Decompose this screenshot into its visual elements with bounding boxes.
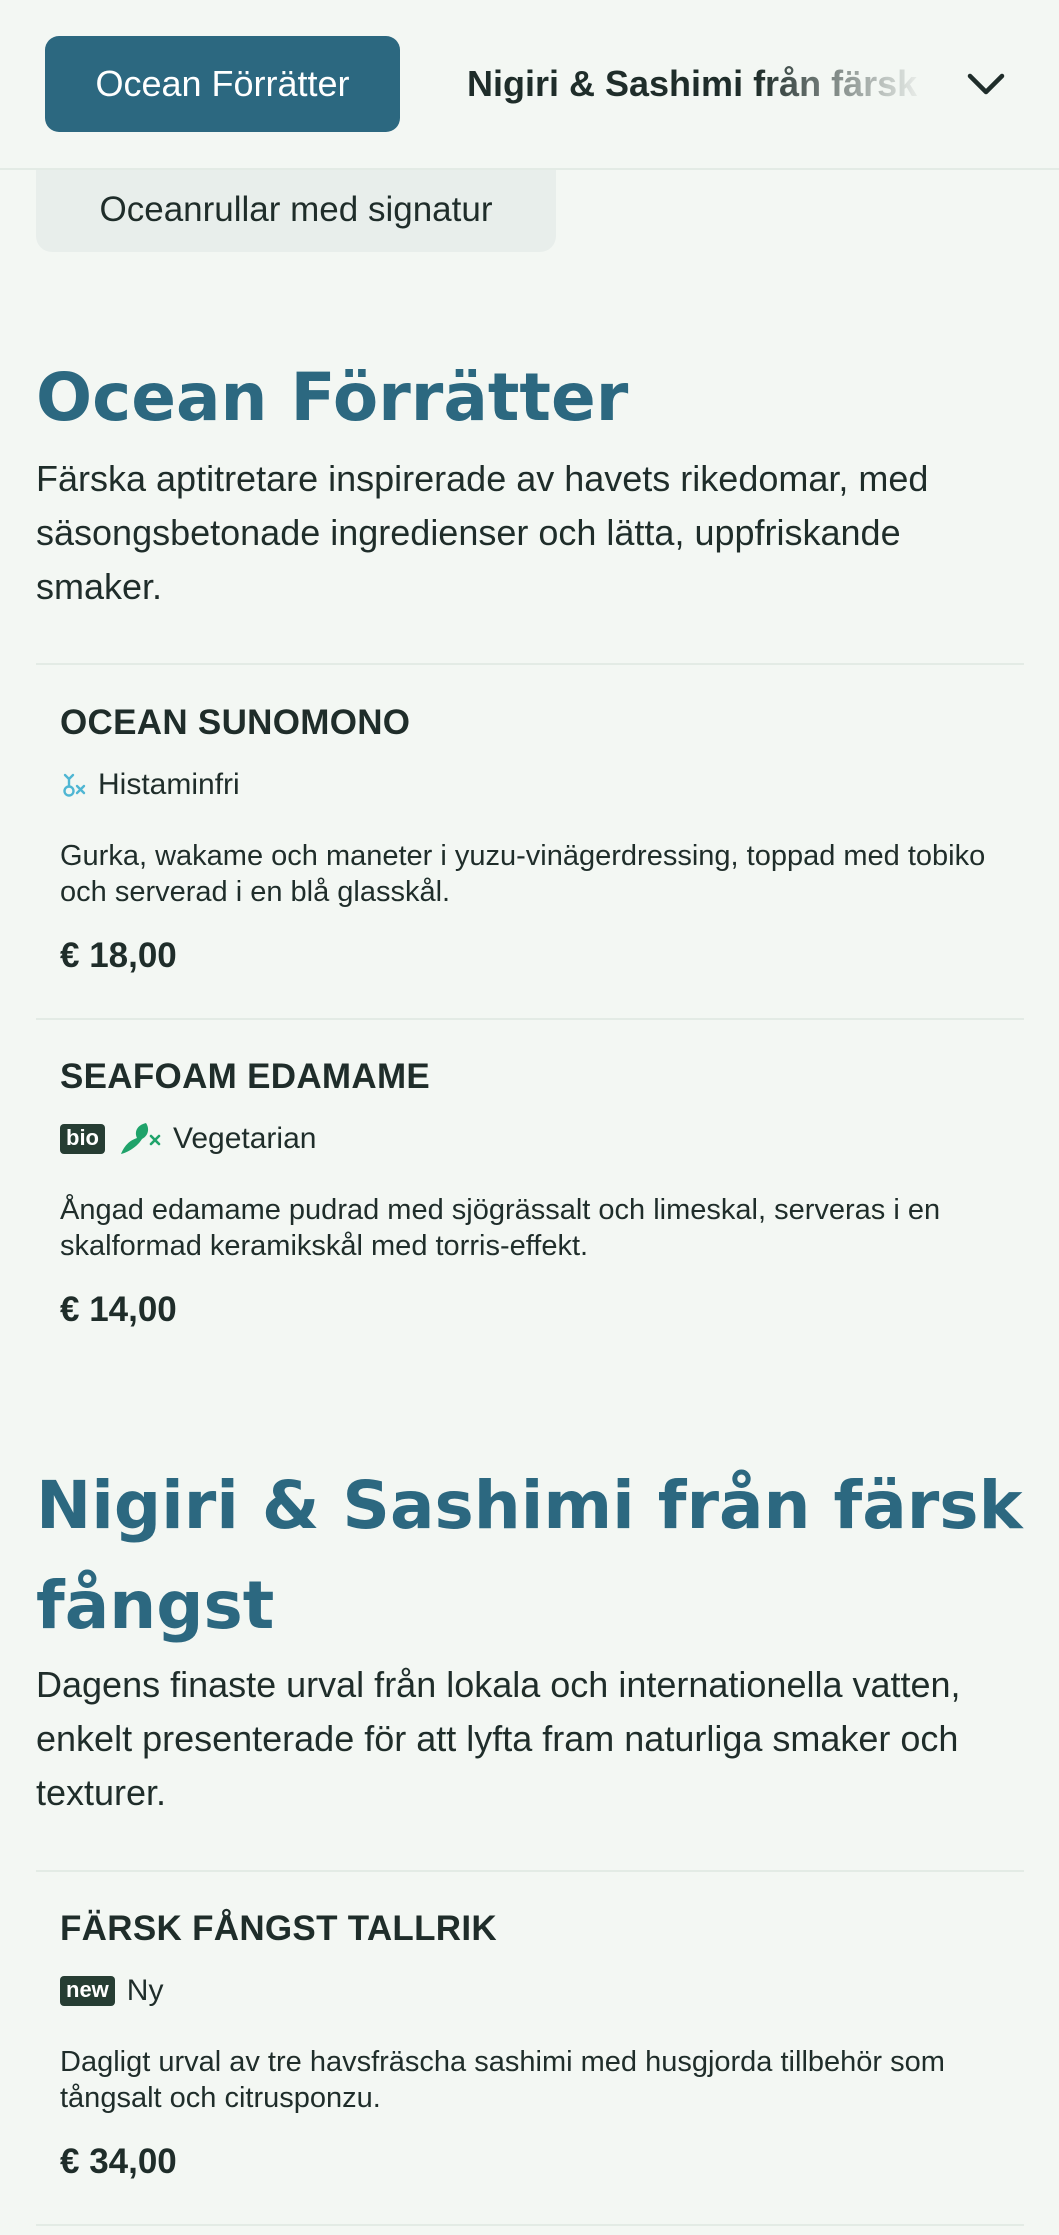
section-description: Dagens finaste urval från lokala och int… (36, 1664, 961, 1813)
category-tab-label: Ocean Förrätter (95, 63, 350, 104)
section-description: Färska aptitretare inspirerade av havets… (36, 458, 929, 607)
section-title: Nigiri & Sashimi från färsk fångst (36, 1467, 1023, 1644)
chevron-down-icon[interactable] (960, 58, 1012, 110)
section-title: Ocean Förrätter (36, 359, 629, 436)
item-price: € 14,00 (60, 1290, 177, 1329)
item-name: OCEAN SUNOMONO (60, 703, 411, 742)
vegetarian-icon (121, 1123, 161, 1154)
tag-label: Ny (126, 1974, 164, 2007)
category-tab-label: Nigiri & Sashimi från färsk fångst (467, 63, 967, 104)
divider (36, 1870, 1024, 1872)
item-price: € 18,00 (60, 936, 177, 975)
category-tab-nigiri-sashimi[interactable]: Nigiri & Sashimi från färsk fångst (467, 36, 967, 132)
category-nav: Ocean Förrätter Nigiri & Sashimi från fä… (0, 0, 1059, 170)
tag-label: Vegetarian (173, 1122, 317, 1155)
item-name: SEAFOAM EDAMAME (60, 1057, 431, 1096)
tag-label: Histaminfri (98, 768, 240, 801)
category-tab-label: Oceanrullar med signatur (99, 190, 493, 229)
item-tags: bio Vegetarian (60, 1119, 316, 1159)
item-description: Ångad edamame pudrad med sjögrässalt och… (60, 1194, 941, 1262)
item-tags: Histaminfri (60, 765, 240, 805)
new-badge: new (60, 1976, 115, 2006)
histamine-free-icon (63, 773, 86, 797)
bio-badge: bio (60, 1124, 105, 1154)
item-name: FÄRSK FÅNGST TALLRIK (60, 1909, 497, 1948)
item-description: Dagligt urval av tre havsfräscha sashimi… (60, 2046, 945, 2114)
item-price: € 34,00 (60, 2142, 177, 2181)
item-tags: new Ny (60, 1971, 163, 2011)
category-tab-oceanrullar[interactable]: Oceanrullar med signatur (36, 168, 556, 252)
item-description: Gurka, wakame och maneter i yuzu-vinäger… (60, 840, 986, 908)
divider (36, 2224, 1024, 2226)
category-tab-ocean-forratter[interactable]: Ocean Förrätter (45, 36, 400, 132)
divider (36, 663, 1024, 665)
divider (36, 1018, 1024, 1020)
